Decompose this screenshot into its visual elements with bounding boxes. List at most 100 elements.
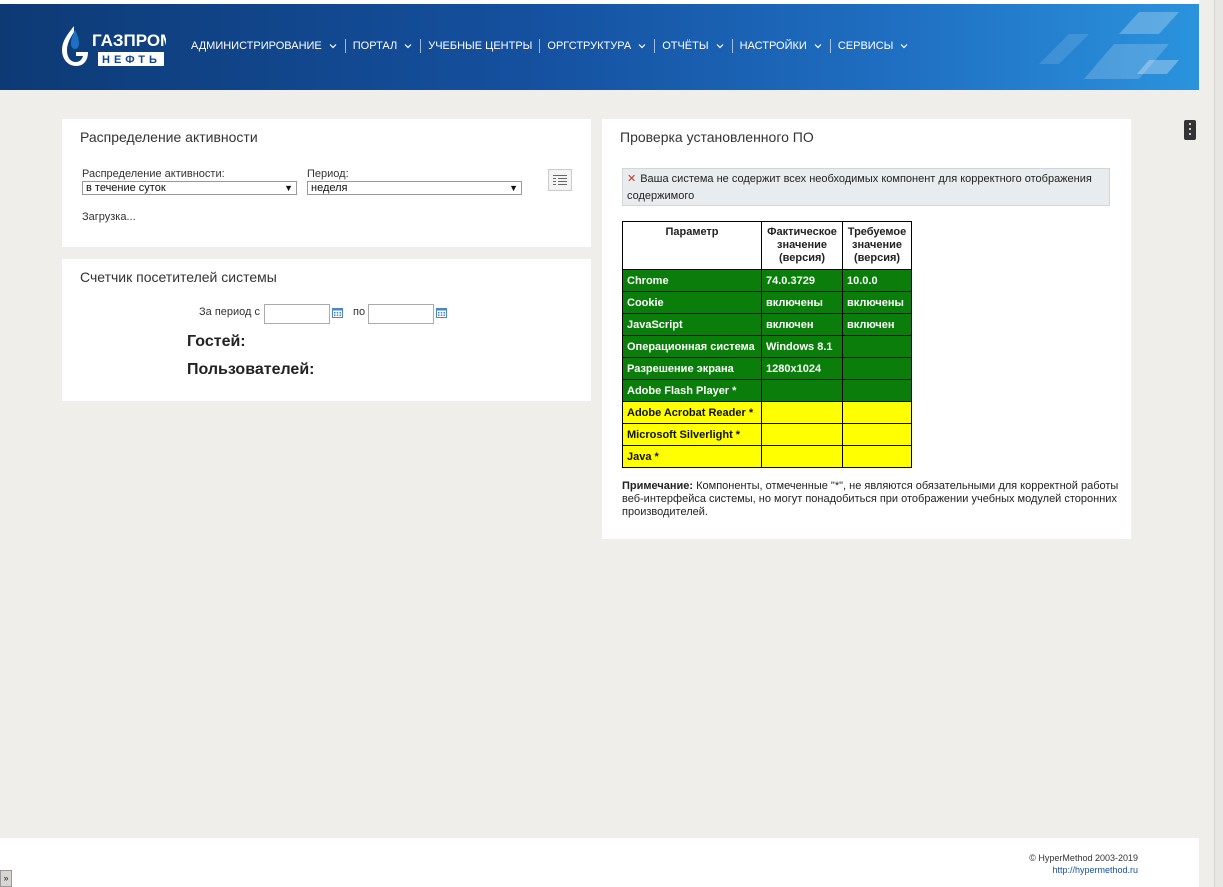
users-label: Пользователей: bbox=[187, 361, 315, 378]
table-cell-actual bbox=[761, 445, 843, 468]
column-header: Фактическое значение (версия) bbox=[761, 221, 843, 270]
chevron-down-icon bbox=[404, 44, 412, 49]
nav-item[interactable]: СЕРВИСЫ bbox=[831, 40, 917, 52]
column-header: Параметр bbox=[622, 221, 762, 270]
chevron-down-icon bbox=[814, 44, 822, 49]
dropdown-arrow-icon: ▼ bbox=[509, 183, 518, 193]
table-row: Microsoft Silverlight * bbox=[622, 423, 912, 446]
side-menu-handle[interactable] bbox=[1184, 120, 1196, 140]
nav-item-label: ОТЧЁТЫ bbox=[662, 40, 709, 52]
table-row: Chrome 74.0.3729 10.0.0 bbox=[622, 269, 912, 292]
period-value: неделя bbox=[311, 182, 348, 194]
table-row: JavaScript включен включен bbox=[622, 313, 912, 336]
table-row: Adobe Acrobat Reader * bbox=[622, 401, 912, 424]
table-row: Cookie включены включены bbox=[622, 291, 912, 314]
period-to-label: по bbox=[353, 306, 366, 318]
table-cell-required: включены bbox=[842, 291, 912, 314]
table-cell-required bbox=[842, 379, 912, 402]
date-from-input[interactable] bbox=[264, 304, 330, 324]
nav-item-label: ОРГСТРУКТУРА bbox=[547, 40, 632, 52]
nav-item[interactable]: ПОРТАЛ bbox=[346, 40, 420, 52]
footer: © HyperMethod 2003-2019 http://hypermeth… bbox=[0, 838, 1199, 887]
table-row: Java * bbox=[622, 445, 912, 468]
table-cell-param: Chrome bbox=[622, 269, 762, 292]
nav-item-label: АДМИНИСТРИРОВАНИЕ bbox=[191, 40, 322, 52]
calendar-icon[interactable] bbox=[436, 307, 447, 318]
table-row: Adobe Flash Player * bbox=[622, 379, 912, 402]
table-cell-param: Операционная система bbox=[622, 335, 762, 358]
activity-title: Распределение активности bbox=[80, 129, 258, 145]
distribution-value: в течение суток bbox=[86, 182, 166, 194]
calendar-icon[interactable] bbox=[332, 307, 343, 318]
note-label: Примечание: bbox=[622, 480, 694, 492]
table-cell-required bbox=[842, 357, 912, 380]
nav-item-label: УЧЕБНЫЕ ЦЕНТРЫ bbox=[428, 40, 533, 52]
guests-label: Гостей: bbox=[187, 333, 246, 350]
nav-item[interactable]: НАСТРОЙКИ bbox=[733, 40, 830, 52]
dropdown-arrow-icon: ▼ bbox=[284, 183, 293, 193]
error-icon: ✕ bbox=[627, 173, 637, 185]
table-cell-required bbox=[842, 401, 912, 424]
warning-text: Ваша система не содержит всех необходимы… bbox=[627, 173, 1092, 202]
note-text: Компоненты, отмеченные "*", не являются … bbox=[622, 480, 1119, 518]
requirements-table: Параметр Фактическое значение (версия) Т… bbox=[622, 221, 912, 468]
loading-text: Загрузка... bbox=[82, 211, 136, 223]
chevron-down-icon bbox=[638, 44, 646, 49]
visitor-counter-panel: Счетчик посетителей системы За период с … bbox=[62, 259, 591, 401]
nav-item[interactable]: АДМИНИСТРИРОВАНИЕ bbox=[184, 40, 345, 52]
chevron-down-icon bbox=[900, 44, 908, 49]
table-cell-actual: 1280x1024 bbox=[761, 357, 843, 380]
footnote: Примечание: Компоненты, отмеченные "*", … bbox=[622, 480, 1122, 519]
date-to-input[interactable] bbox=[368, 304, 434, 324]
table-cell-param: Microsoft Silverlight * bbox=[622, 423, 762, 446]
table-cell-param: Adobe Acrobat Reader * bbox=[622, 401, 762, 424]
nav-item[interactable]: ОРГСТРУКТУРА bbox=[540, 40, 654, 52]
chevron-down-icon bbox=[716, 44, 724, 49]
counter-title: Счетчик посетителей системы bbox=[80, 269, 277, 285]
main-nav: АДМИНИСТРИРОВАНИЕ ПОРТАЛ УЧЕБНЫЕ ЦЕНТРЫ ОРГ… bbox=[184, 39, 916, 53]
table-row: Операционная система Windows 8.1 bbox=[622, 335, 912, 358]
copyright-block: © HyperMethod 2003-2019 http://hypermeth… bbox=[1029, 852, 1138, 876]
nav-item-label: НАСТРОЙКИ bbox=[739, 40, 807, 52]
table-cell-required bbox=[842, 335, 912, 358]
table-view-icon bbox=[553, 175, 567, 185]
header: ГАЗПРОМ НЕФТЬ АДМИНИСТРИРОВАНИЕ ПОРТАЛ УЧЕ… bbox=[0, 4, 1199, 90]
table-cell-required: 10.0.0 bbox=[842, 269, 912, 292]
nav-item-label: ПОРТАЛ bbox=[352, 40, 398, 52]
logo-text-2: НЕФТЬ bbox=[102, 54, 161, 66]
table-cell-actual: включены bbox=[761, 291, 843, 314]
table-cell-param: Cookie bbox=[622, 291, 762, 314]
nav-item[interactable]: УЧЕБНЫЕ ЦЕНТРЫ bbox=[421, 40, 539, 52]
chevron-down-icon bbox=[329, 44, 337, 49]
table-cell-actual: 74.0.3729 bbox=[761, 269, 843, 292]
period-select[interactable]: неделя ▼ bbox=[307, 181, 522, 195]
logo-text-1: ГАЗПРОМ bbox=[92, 31, 166, 50]
gazprom-neft-logo[interactable]: ГАЗПРОМ НЕФТЬ bbox=[62, 22, 166, 70]
table-cell-actual bbox=[761, 379, 843, 402]
table-cell-required: включен bbox=[842, 313, 912, 336]
table-cell-actual: Windows 8.1 bbox=[761, 335, 843, 358]
window-scrollbar[interactable] bbox=[1214, 0, 1223, 887]
expand-toggle[interactable]: » bbox=[0, 870, 12, 887]
table-cell-param: Java * bbox=[622, 445, 762, 468]
table-view-button[interactable] bbox=[548, 169, 572, 191]
table-cell-actual bbox=[761, 423, 843, 446]
period-label: Период: bbox=[307, 168, 349, 180]
table-row: Разрешение экрана 1280x1024 bbox=[622, 357, 912, 380]
activity-panel: Распределение активности Распределение а… bbox=[62, 119, 591, 247]
software-check-panel: Проверка установленного ПО ✕ Ваша система… bbox=[602, 119, 1131, 539]
distribution-select[interactable]: в течение суток ▼ bbox=[82, 181, 297, 195]
table-cell-param: Разрешение экрана bbox=[622, 357, 762, 380]
table-header-row: Параметр Фактическое значение (версия) Т… bbox=[622, 221, 912, 270]
column-header: Требуемое значение (версия) bbox=[842, 221, 912, 270]
copyright-text: © HyperMethod 2003-2019 bbox=[1029, 853, 1138, 863]
table-cell-param: Adobe Flash Player * bbox=[622, 379, 762, 402]
table-cell-param: JavaScript bbox=[622, 313, 762, 336]
hypermethod-link[interactable]: http://hypermethod.ru bbox=[1052, 865, 1138, 875]
table-cell-actual bbox=[761, 401, 843, 424]
distribution-label: Распределение активности: bbox=[82, 168, 225, 180]
nav-item-label: СЕРВИСЫ bbox=[837, 40, 894, 52]
header-decoration bbox=[1029, 4, 1199, 90]
table-cell-required bbox=[842, 445, 912, 468]
nav-item[interactable]: ОТЧЁТЫ bbox=[655, 40, 731, 52]
